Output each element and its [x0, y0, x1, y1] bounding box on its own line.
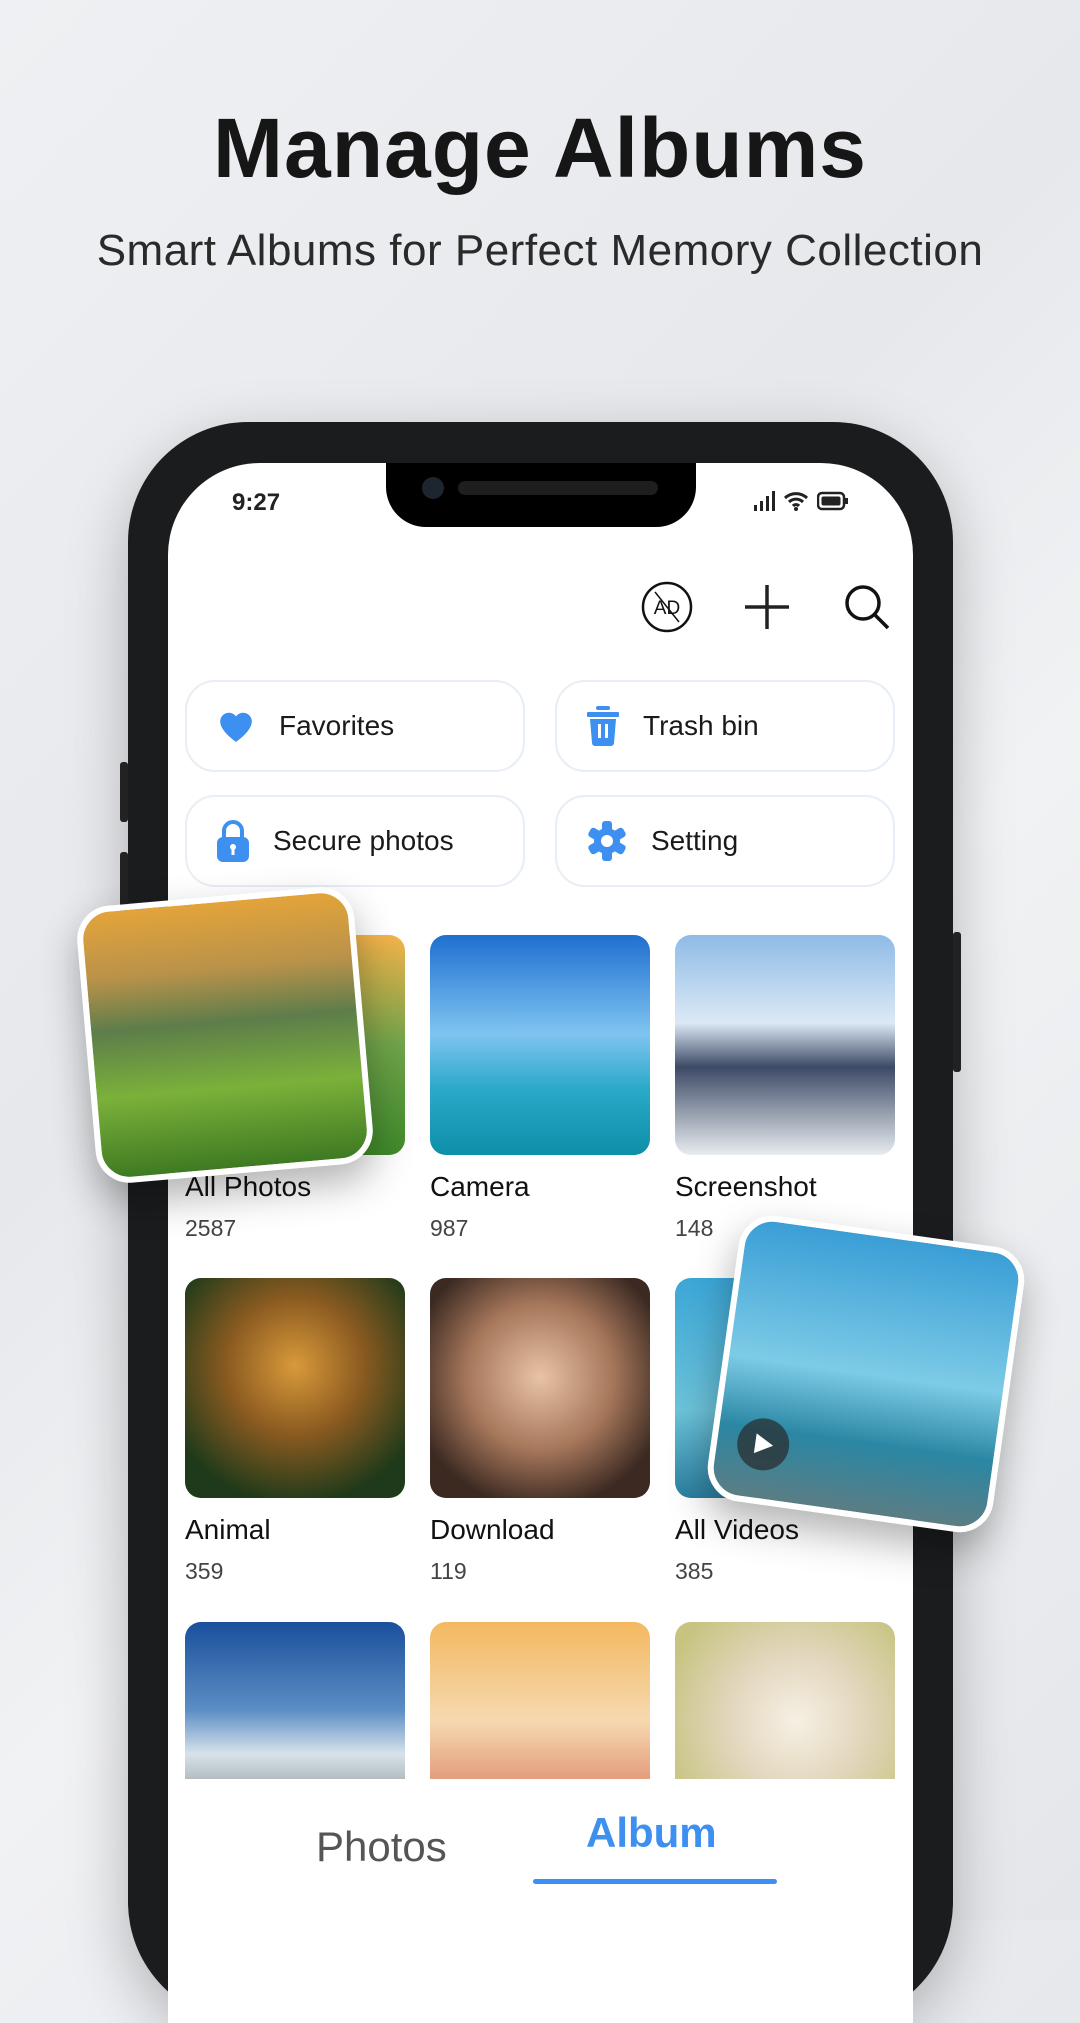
album-thumbnail-download[interactable] [430, 1278, 650, 1498]
floating-photo-landscape [74, 884, 376, 1186]
gear-icon [588, 821, 626, 861]
album-thumbnail-camera[interactable] [430, 935, 650, 1155]
toolbar: AD [641, 581, 893, 633]
lock-icon [217, 820, 249, 862]
signal-icon [754, 491, 775, 511]
notch [386, 463, 696, 527]
album-count: 359 [185, 1558, 224, 1584]
no-ads-button[interactable]: AD [641, 581, 693, 633]
album-count: 2587 [185, 1215, 237, 1241]
no-ads-icon: AD [641, 581, 693, 633]
album-thumbnail-screenshot[interactable] [675, 935, 895, 1155]
heart-icon [220, 712, 252, 742]
wifi-icon [783, 492, 809, 511]
album-thumbnail-animal[interactable] [185, 1278, 405, 1498]
setting-label: Setting [651, 825, 739, 856]
search-icon [845, 585, 890, 630]
album-name: Download [430, 1514, 555, 1545]
page-title: Manage Albums [213, 101, 867, 195]
trash-bin-button[interactable]: Trash bin [555, 680, 895, 772]
album-name: Animal [185, 1514, 271, 1545]
favorites-button[interactable]: Favorites [185, 680, 525, 772]
secure-photos-button[interactable]: Secure photos [185, 795, 525, 887]
floating-video-beach [703, 1211, 1029, 1537]
active-tab-indicator [533, 1879, 777, 1884]
battery-icon [817, 491, 848, 511]
secure-photos-label: Secure photos [273, 825, 454, 856]
album-count: 987 [430, 1215, 469, 1241]
status-icons [753, 491, 849, 511]
status-time: 9:27 [232, 489, 281, 516]
setting-button[interactable]: Setting [555, 795, 895, 887]
add-album-button[interactable] [741, 581, 793, 633]
tab-photos[interactable]: Photos [316, 1823, 447, 1871]
album-count: 385 [675, 1558, 714, 1584]
play-icon [733, 1415, 793, 1474]
album-name: Screenshot [675, 1171, 817, 1202]
album-name: All Videos [675, 1514, 800, 1545]
favorites-label: Favorites [279, 710, 395, 741]
tab-album[interactable]: Album [586, 1809, 717, 1857]
album-count: 119 [430, 1558, 467, 1584]
page-subtitle: Smart Albums for Perfect Memory Collecti… [96, 226, 984, 275]
trash-bin-label: Trash bin [643, 710, 759, 741]
album-name: Camera [430, 1171, 530, 1202]
album-count: 148 [675, 1215, 714, 1241]
trash-icon [587, 706, 619, 746]
bottom-nav: Photos Album [168, 1779, 913, 2023]
search-button[interactable] [841, 581, 893, 633]
plus-icon [745, 585, 789, 629]
svg-text:AD: AD [654, 598, 680, 619]
